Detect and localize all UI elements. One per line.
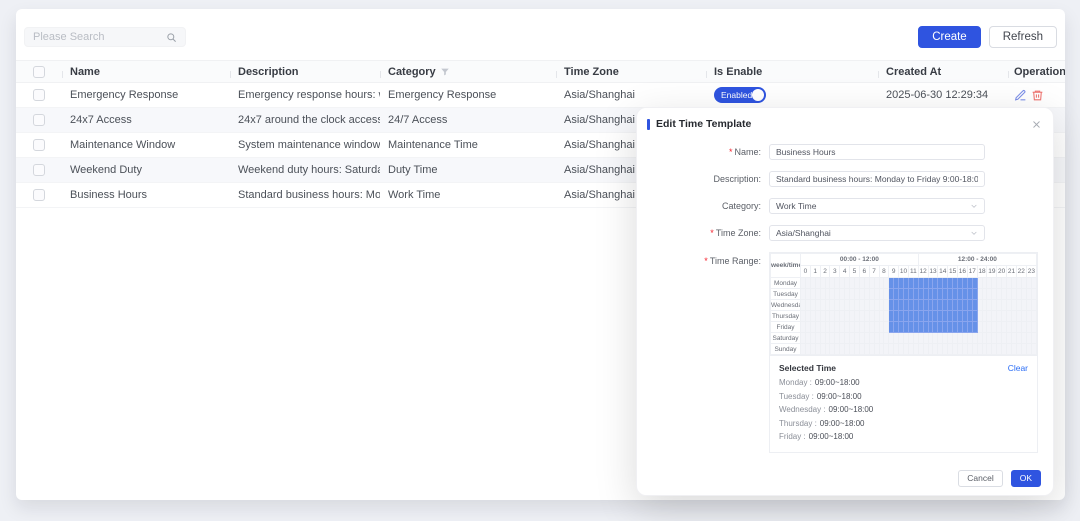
grid-cell[interactable] xyxy=(1031,311,1036,322)
refresh-button[interactable]: Refresh xyxy=(989,26,1057,48)
grid-cell[interactable] xyxy=(1031,289,1036,300)
cell-name: Emergency Response xyxy=(62,89,230,101)
timezone-label: Time Zone: xyxy=(716,228,761,238)
cancel-button[interactable]: Cancel xyxy=(958,470,1002,487)
search-input[interactable]: Please Search xyxy=(24,27,186,47)
cell-category: Duty Time xyxy=(380,164,556,176)
selected-time-item: Monday :09:00~18:00 xyxy=(779,378,1028,387)
day-label: Wednesday xyxy=(771,300,801,311)
row-checkbox[interactable] xyxy=(33,114,45,126)
cell-timezone: Asia/Shanghai xyxy=(556,89,706,101)
title-accent-bar xyxy=(647,119,650,130)
cell-description: Standard business hours: Monday to ... xyxy=(230,189,380,201)
category-field-row: Category: Work Time xyxy=(637,198,1053,214)
modal-form: *Name: Business Hours Description: Stand… xyxy=(637,144,1053,453)
cell-category: Work Time xyxy=(380,189,556,201)
delete-icon[interactable] xyxy=(1031,89,1044,102)
selected-time-item: Thursday :09:00~18:00 xyxy=(779,419,1028,428)
day-label: Friday xyxy=(771,322,801,333)
cell-category: 24/7 Access xyxy=(380,114,556,126)
cell-name: Business Hours xyxy=(62,189,230,201)
category-select[interactable]: Work Time xyxy=(769,198,985,214)
search-placeholder: Please Search xyxy=(33,31,166,43)
cell-created-at: 2025-06-30 12:29:34 xyxy=(878,89,1008,101)
time-range-label: Time Range: xyxy=(710,256,761,266)
modal-header: Edit Time Template xyxy=(637,108,1053,130)
grid-cell[interactable] xyxy=(1031,278,1036,289)
cell-category: Emergency Response xyxy=(380,89,556,101)
selected-time-item: Wednesday :09:00~18:00 xyxy=(779,405,1028,414)
name-label: Name: xyxy=(734,147,761,157)
cell-name: Maintenance Window xyxy=(62,139,230,151)
modal-footer: Cancel OK xyxy=(637,470,1053,487)
edit-icon[interactable] xyxy=(1014,89,1027,102)
column-header: Created At xyxy=(878,66,1008,78)
day-label: Monday xyxy=(771,278,801,289)
page-background: Please Search Create Refresh NameDescrip… xyxy=(0,0,1080,521)
selected-time-panel: Selected Time Clear Monday :09:00~18:00 T… xyxy=(770,355,1037,452)
column-header: Name xyxy=(62,66,230,78)
grid-cell[interactable] xyxy=(1031,300,1036,311)
timezone-select[interactable]: Asia/Shanghai xyxy=(769,225,985,241)
row-checkbox[interactable] xyxy=(33,139,45,151)
cell-description: System maintenance window: Sunda... xyxy=(230,139,380,151)
table-row: Emergency ResponseEmergency response hou… xyxy=(16,83,1065,108)
time-range-grid: week/time00:00 - 12:0012:00 - 24:0001234… xyxy=(770,253,1037,355)
edit-time-template-modal: Edit Time Template *Name: Business Hours… xyxy=(636,107,1054,496)
grid-cell[interactable] xyxy=(1031,333,1036,344)
create-button[interactable]: Create xyxy=(918,26,981,48)
required-asterisk: * xyxy=(729,147,733,157)
description-field[interactable]: Standard business hours: Monday to Frida… xyxy=(769,171,985,187)
close-icon[interactable] xyxy=(1032,120,1041,129)
column-header: Time Zone xyxy=(556,66,706,78)
chevron-down-icon xyxy=(970,202,978,210)
cell-description: 24x7 around the clock access xyxy=(230,114,380,126)
search-icon xyxy=(166,32,177,43)
selected-time-title: Selected Time xyxy=(779,363,836,373)
selected-time-item: Friday :09:00~18:00 xyxy=(779,432,1028,441)
clear-link[interactable]: Clear xyxy=(1008,363,1028,373)
description-label: Description: xyxy=(637,174,769,184)
select-all-checkbox[interactable] xyxy=(33,66,45,78)
cell-name: 24x7 Access xyxy=(62,114,230,126)
row-checkbox[interactable] xyxy=(33,164,45,176)
name-field[interactable]: Business Hours xyxy=(769,144,985,160)
cell-name: Weekend Duty xyxy=(62,164,230,176)
time-range-widget: week/time00:00 - 12:0012:00 - 24:0001234… xyxy=(769,252,1038,453)
time-range-row: *Time Range: week/time00:00 - 12:0012:00… xyxy=(637,252,1053,453)
name-field-row: *Name: Business Hours xyxy=(637,144,1053,160)
day-label: Sunday xyxy=(771,344,801,355)
day-label: Tuesday xyxy=(771,289,801,300)
row-checkbox[interactable] xyxy=(33,189,45,201)
cell-category: Maintenance Time xyxy=(380,139,556,151)
selected-time-item: Tuesday :09:00~18:00 xyxy=(779,392,1028,401)
table-header: NameDescriptionCategoryTime ZoneIs Enabl… xyxy=(16,60,1065,83)
cell-description: Weekend duty hours: Saturday and S... xyxy=(230,164,380,176)
timezone-field-row: *Time Zone: Asia/Shanghai xyxy=(637,225,1053,241)
toolbar: Please Search Create Refresh xyxy=(16,9,1065,60)
column-header: Operation xyxy=(1008,66,1065,78)
day-label: Thursday xyxy=(771,311,801,322)
column-header: Description xyxy=(230,66,380,78)
required-asterisk: * xyxy=(710,228,714,238)
filter-icon[interactable] xyxy=(440,67,450,77)
chevron-down-icon xyxy=(970,229,978,237)
modal-title: Edit Time Template xyxy=(656,118,751,130)
grid-cell[interactable] xyxy=(1031,322,1036,333)
description-field-row: Description: Standard business hours: Mo… xyxy=(637,171,1053,187)
day-label: Saturday xyxy=(771,333,801,344)
category-label: Category: xyxy=(637,201,769,211)
enable-toggle[interactable]: Enabled xyxy=(714,87,766,103)
toolbar-buttons: Create Refresh xyxy=(918,26,1057,48)
column-header: Is Enable xyxy=(706,66,878,78)
cell-description: Emergency response hours: weekday... xyxy=(230,89,380,101)
column-header: Category xyxy=(380,66,556,78)
ok-button[interactable]: OK xyxy=(1011,470,1041,487)
required-asterisk: * xyxy=(704,256,708,266)
row-checkbox[interactable] xyxy=(33,89,45,101)
grid-cell[interactable] xyxy=(1031,344,1036,355)
